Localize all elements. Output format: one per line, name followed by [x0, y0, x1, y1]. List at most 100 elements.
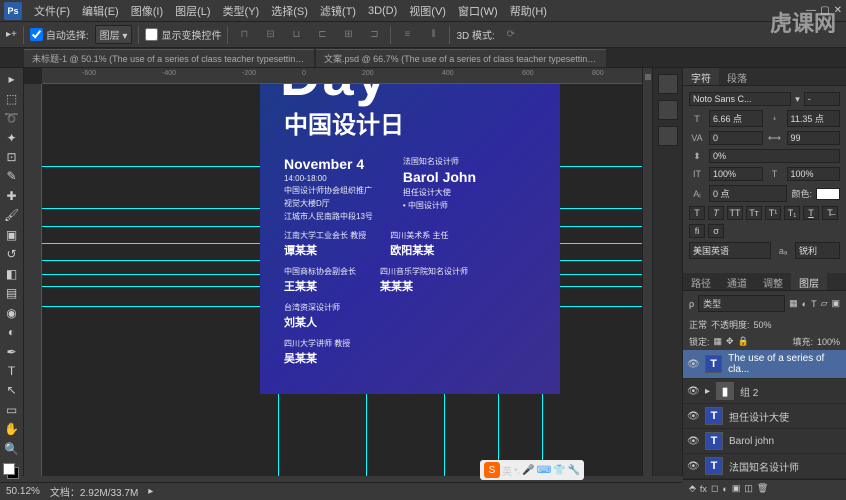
- delete-layer-icon[interactable]: 🗑: [757, 483, 768, 494]
- antialias-dropdown[interactable]: 锐利: [795, 242, 840, 259]
- font-size-field[interactable]: 6.66 点: [709, 110, 763, 127]
- strike-button[interactable]: T̶: [822, 206, 838, 220]
- document-tab-2[interactable]: 文案.psd @ 66.7% (The use of a series of c…: [316, 49, 606, 67]
- filter-shape-icon[interactable]: ▱: [821, 298, 828, 309]
- path-tool[interactable]: ↖: [2, 381, 22, 399]
- ime-voice-icon[interactable]: 🎤: [522, 465, 534, 476]
- bold-button[interactable]: T: [689, 206, 705, 220]
- hscale-field[interactable]: 100%: [709, 167, 763, 181]
- menu-file[interactable]: 文件(F): [28, 3, 76, 19]
- dock-history-icon[interactable]: [658, 74, 678, 94]
- menu-edit[interactable]: 编辑(E): [76, 3, 125, 19]
- menu-image[interactable]: 图像(I): [125, 3, 169, 19]
- align-top-icon[interactable]: ⊓: [234, 26, 254, 44]
- lock-all-icon[interactable]: 🔒: [738, 336, 749, 347]
- lock-position-icon[interactable]: ✥: [726, 336, 734, 347]
- blur-tool[interactable]: ◉: [2, 303, 22, 321]
- shape-tool[interactable]: ▭: [2, 401, 22, 419]
- layer-row[interactable]: 👁 T 担任设计大使: [683, 404, 846, 429]
- filter-smart-icon[interactable]: ▣: [831, 298, 840, 309]
- tracking-field[interactable]: 99: [787, 131, 841, 145]
- crop-tool[interactable]: ⊡: [2, 148, 22, 166]
- canvas-area[interactable]: -600 -400 -200 0 200 400 600 800 1000 Da…: [24, 68, 642, 476]
- tab-paragraph[interactable]: 段落: [719, 68, 755, 85]
- tab-layers[interactable]: 图层: [791, 273, 827, 290]
- type-tool[interactable]: T: [2, 362, 22, 380]
- document-tab-1[interactable]: 未标题-1 @ 50.1% (The use of a series of cl…: [24, 49, 314, 67]
- subscript-button[interactable]: T₁: [784, 206, 800, 220]
- visibility-toggle[interactable]: 👁: [687, 386, 699, 397]
- new-group-icon[interactable]: ▣: [732, 483, 741, 494]
- hscale2-field[interactable]: 100%: [787, 167, 841, 181]
- visibility-toggle[interactable]: 👁: [687, 461, 699, 472]
- smallcaps-button[interactable]: Tᴛ: [746, 206, 762, 220]
- layer-name[interactable]: 担任设计大使: [729, 409, 789, 424]
- ime-tool-icon[interactable]: 🔧: [568, 465, 580, 476]
- menu-window[interactable]: 窗口(W): [452, 3, 504, 19]
- folder-toggle-icon[interactable]: ▸: [705, 386, 710, 397]
- ime-punct-icon[interactable]: •,: [514, 465, 520, 476]
- align-mid-icon[interactable]: ⊟: [260, 26, 280, 44]
- minimize-icon[interactable]: —: [806, 5, 816, 16]
- eraser-tool[interactable]: ◧: [2, 265, 22, 283]
- baseline-field[interactable]: 0 点: [709, 185, 787, 202]
- layer-row[interactable]: 👁 ▸ ▮ 组 2: [683, 379, 846, 404]
- maximize-icon[interactable]: ▢: [820, 5, 829, 16]
- opacity-field[interactable]: 50%: [754, 320, 789, 330]
- new-layer-icon[interactable]: ◫: [744, 483, 753, 494]
- marquee-tool[interactable]: ⬚: [2, 89, 22, 107]
- layer-name[interactable]: 法国知名设计师: [729, 459, 799, 474]
- text-color-swatch[interactable]: [816, 188, 840, 200]
- language-dropdown[interactable]: 美国英语: [689, 242, 771, 259]
- align-left-icon[interactable]: ⊏: [312, 26, 332, 44]
- filter-pixel-icon[interactable]: ▦: [789, 298, 798, 309]
- opentype-sigma[interactable]: σ: [708, 224, 724, 238]
- heal-tool[interactable]: ✚: [2, 187, 22, 205]
- layer-name[interactable]: 组 2: [740, 384, 758, 399]
- layer-fx-icon[interactable]: fx: [700, 484, 707, 494]
- zoom-level[interactable]: 50.12%: [6, 486, 40, 497]
- distribute2-icon[interactable]: ⫴: [423, 26, 443, 44]
- move-tool[interactable]: ▸: [2, 70, 22, 88]
- history-brush-tool[interactable]: ↺: [2, 245, 22, 263]
- tab-adjustments[interactable]: 调整: [755, 273, 791, 290]
- wand-tool[interactable]: ✦: [2, 128, 22, 146]
- filter-type-icon[interactable]: T: [811, 299, 817, 309]
- tab-channels[interactable]: 通道: [719, 273, 755, 290]
- dock-color-icon[interactable]: [658, 100, 678, 120]
- brush-tool[interactable]: 🖌: [2, 206, 22, 224]
- lasso-tool[interactable]: ➰: [2, 109, 22, 127]
- fill-field[interactable]: 100%: [817, 337, 840, 347]
- kerning-field[interactable]: 0: [709, 131, 763, 145]
- link-layers-icon[interactable]: ⬘: [689, 483, 696, 494]
- hand-tool[interactable]: ✋: [2, 420, 22, 438]
- dodge-tool[interactable]: ◐: [2, 323, 22, 341]
- 3d-orbit-icon[interactable]: ⟳: [501, 26, 521, 44]
- dock-swatches-icon[interactable]: [658, 126, 678, 146]
- opentype-fi[interactable]: fi: [689, 224, 705, 238]
- align-bottom-icon[interactable]: ⊔: [286, 26, 306, 44]
- menu-view[interactable]: 视图(V): [403, 3, 452, 19]
- visibility-toggle[interactable]: 👁: [687, 436, 699, 447]
- font-family-dropdown[interactable]: Noto Sans C...: [689, 92, 791, 106]
- layer-row[interactable]: 👁 T Barol john: [683, 429, 846, 454]
- menu-select[interactable]: 选择(S): [265, 3, 314, 19]
- menu-help[interactable]: 帮助(H): [504, 3, 553, 19]
- align-center-icon[interactable]: ⊞: [338, 26, 358, 44]
- align-right-icon[interactable]: ⊐: [364, 26, 384, 44]
- show-transform-checkbox[interactable]: 显示变换控件: [145, 27, 221, 42]
- ime-logo-icon[interactable]: S: [484, 462, 500, 478]
- pen-tool[interactable]: ✒: [2, 342, 22, 360]
- font-style-dropdown[interactable]: -: [804, 92, 840, 106]
- visibility-toggle[interactable]: 👁: [687, 411, 699, 422]
- gradient-tool[interactable]: ▤: [2, 284, 22, 302]
- menu-filter[interactable]: 滤镜(T): [314, 3, 362, 19]
- menu-layer[interactable]: 图层(L): [169, 3, 216, 19]
- collapse-handle-icon[interactable]: [645, 74, 651, 80]
- layer-filter-dropdown[interactable]: 类型: [698, 295, 785, 312]
- layer-row[interactable]: 👁 T 法国知名设计师: [683, 454, 846, 479]
- underline-button[interactable]: T: [803, 206, 819, 220]
- italic-button[interactable]: T: [708, 206, 724, 220]
- layer-name[interactable]: Barol john: [729, 436, 774, 447]
- ime-keyboard-icon[interactable]: ⌨: [537, 465, 551, 476]
